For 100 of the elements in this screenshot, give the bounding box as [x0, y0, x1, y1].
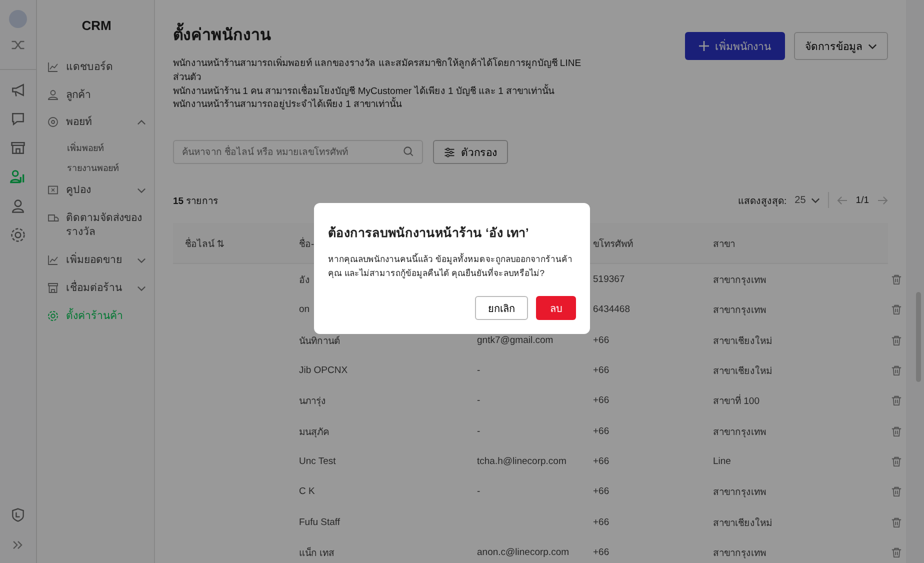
settings-icon[interactable]	[10, 227, 26, 243]
description-text: พนักงานหน้าร้านสามารถอยู่ประจำได้เพียง 1 สาขาเท่านั้น	[173, 98, 403, 112]
column-header: ชื่อไลน์ ⇅	[185, 236, 225, 251]
table-cell-text: สาขากรุงเทพ	[713, 304, 766, 318]
page-size-label: แสดงสูงสุด:	[738, 194, 787, 208]
table-cell: 519367	[593, 274, 625, 285]
page-size-dropdown[interactable]: 25	[794, 194, 820, 206]
description-text: พนักงานหน้าร้าน 1 คน สามารถเชื่อมโยงบัญชี MyCustomer ได้เพียง 1 บัญชี และ 1 สาขาเท่านั้น	[173, 84, 556, 97]
chart-icon	[47, 254, 59, 266]
chart-icon	[47, 61, 59, 73]
table-cell: -	[477, 426, 480, 437]
store-icon	[47, 282, 59, 294]
settings-icon	[47, 310, 59, 322]
trash-icon[interactable]	[891, 547, 902, 558]
table-cell: C K	[299, 486, 315, 498]
table-cell: Jib OPCNX	[299, 364, 348, 376]
table-cell: +66	[593, 426, 610, 437]
table-cell: 6434468	[593, 304, 630, 316]
table-cell-text: อัง	[299, 274, 310, 287]
table-cell: tcha.h@linecorp.com	[477, 456, 566, 468]
table-cell-text: สาขาเชียงใหม่	[713, 516, 772, 530]
table-cell-text: สาขากรุงเทพ	[713, 486, 766, 500]
filter-button[interactable]: ตัวกรอง	[433, 140, 508, 164]
table-cell-text: สาขาเชียงใหม่	[713, 364, 772, 378]
table-cell-text: สาขากรุงเทพ	[713, 274, 766, 287]
sidebar-item[interactable]: คูปอง	[47, 178, 146, 203]
scrollbar-thumb[interactable]	[916, 292, 921, 382]
arrow-right-icon[interactable]	[877, 196, 888, 205]
store-icon[interactable]	[10, 140, 26, 156]
trash-icon[interactable]	[891, 395, 902, 406]
sidebar-item[interactable]: เชื่อมต่อร้าน	[47, 276, 146, 300]
table-cell-text: สาขากรุงเทพ	[713, 547, 766, 560]
shield-icon[interactable]	[10, 507, 26, 523]
arrow-left-icon[interactable]	[836, 196, 848, 205]
trash-icon[interactable]	[891, 426, 902, 437]
user-icon[interactable]	[10, 198, 26, 214]
table-cell: สาขาที่ 100	[713, 393, 760, 408]
trash-icon[interactable]	[891, 274, 902, 285]
trash-icon[interactable]	[891, 364, 902, 376]
search-field[interactable]: ค้นหาจาก ชื่อไลน์ หรือ หมายเลขโทรศัพท์	[173, 140, 423, 164]
sidebar-item[interactable]: ลูกค้า	[47, 82, 146, 108]
table-cell: +66	[593, 456, 610, 468]
record-count: 15 รายการ	[173, 194, 218, 208]
trash-icon[interactable]	[891, 334, 902, 346]
table-cell: Line	[713, 456, 731, 468]
table-cell: -	[477, 395, 480, 406]
app-title: CRM	[80, 18, 112, 33]
sidebar-item[interactable]: เพิ่มยอดขาย	[47, 248, 146, 273]
table-cell-text: นภารุ่ง	[299, 395, 326, 408]
coin-icon	[47, 116, 59, 128]
dialog-title: ต้องการลบพนักงานหน้าร้าน ‘อัง เทา’	[328, 225, 530, 242]
sidebar-subitem[interactable]: รายงานพอยท์	[47, 158, 146, 178]
column-header: ขโทรศัพท์	[593, 237, 633, 251]
table-cell: +66	[593, 334, 610, 346]
table-cell: anon.c@linecorp.com	[477, 547, 570, 558]
sidebar-item[interactable]: แดชบอร์ด	[47, 55, 146, 80]
table-cell: Unc Test	[299, 456, 336, 468]
delete-button[interactable]: ลบ	[536, 296, 576, 320]
page-indicator: 1/1	[856, 194, 869, 206]
dialog-message: หากคุณลบพนักงานคนนี้แล้ว ข้อมูลทั้งหมดจะถูกลบออกจากร้านค้าคุณ และไม่สามารถกู้ข้อมูลคืนได้ คุณยืนยันที่จะลบหรือไม่?	[328, 253, 574, 280]
table-cell: +66	[593, 516, 610, 528]
ticket-icon	[47, 184, 59, 196]
chevron-down-icon	[810, 196, 820, 205]
trash-icon[interactable]	[891, 456, 902, 468]
table-cell-text: นันทิกานต์	[299, 334, 340, 348]
table-cell: +66	[593, 395, 610, 406]
table-cell: on	[299, 304, 310, 316]
sliders-icon	[444, 146, 455, 158]
table-cell-text: แน็ก เทส	[299, 546, 335, 560]
column-header: สาขา	[713, 238, 735, 251]
page-title: ตั้งค่าพนักงาน	[173, 22, 585, 47]
staff-chart-icon[interactable]	[10, 169, 26, 185]
table-cell: -	[477, 364, 480, 376]
table-cell: Fufu Staff	[299, 516, 340, 528]
sidebar-item[interactable]: ติดตามจัดส่งของรางวัล	[47, 206, 146, 246]
table-cell: +66	[593, 364, 610, 376]
trash-icon[interactable]	[891, 486, 902, 498]
package-icon	[47, 212, 59, 224]
table-cell-text: มนสุภัค	[299, 426, 329, 439]
add-staff-button[interactable]: เพิ่มพนักงาน	[685, 32, 785, 60]
table-cell: +66	[593, 547, 610, 558]
column-header: ชื่อ-	[299, 236, 314, 251]
manage-data-button[interactable]: จัดการข้อมูล	[794, 32, 888, 60]
table-cell: -	[477, 486, 480, 498]
table-cell-text: สาขากรุงเทพ	[713, 426, 766, 439]
chat-icon[interactable]	[10, 111, 26, 127]
trash-icon[interactable]	[891, 304, 902, 316]
description-text: พนักงานหน้าร้านสามารถเพิ่มพอยท์ แลกของรางวัล และสมัครสมาชิกให้ลูกค้าได้โดยการผูกบัญชี LINE ส่วนตัว	[173, 57, 582, 84]
cancel-button[interactable]: ยกเลิก	[475, 296, 528, 320]
search-icon	[403, 146, 414, 158]
trash-icon[interactable]	[891, 516, 902, 528]
sidebar-item[interactable]: พอยท์	[47, 110, 146, 136]
plus-icon	[699, 41, 709, 51]
table-cell: gntk7@gmail.com	[477, 334, 554, 346]
chevron-down-icon	[868, 42, 877, 50]
table-cell: +66	[593, 486, 610, 498]
table-cell-text: สาขาเชียงใหม่	[713, 334, 772, 348]
user-icon	[47, 88, 59, 101]
megaphone-icon[interactable]	[10, 82, 26, 98]
sidebar-subitem[interactable]: เพิ่มพอยท์	[47, 138, 146, 158]
